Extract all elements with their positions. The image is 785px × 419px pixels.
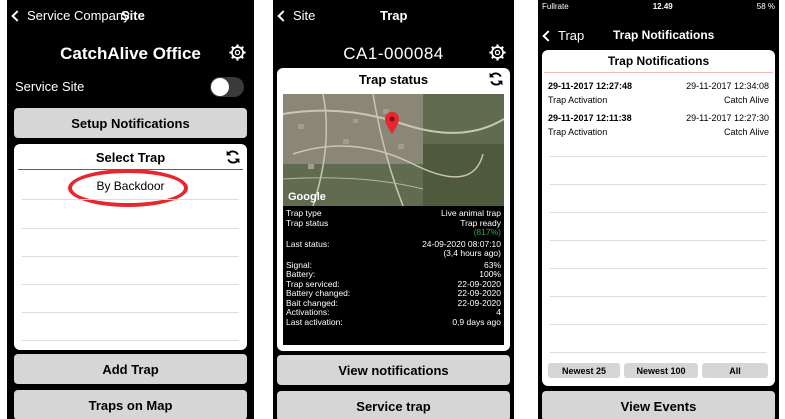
trap-status-card: Trap status Google Trap type Live animal…: [277, 68, 510, 351]
map-image: [283, 94, 504, 206]
info-row: Last activation: 0,9 days ago: [286, 316, 501, 327]
satellite-map[interactable]: Google: [283, 94, 504, 206]
info-row: (3,4 hours ago): [443, 248, 501, 258]
trap-status-title: Trap status: [358, 72, 429, 87]
divider: [550, 184, 767, 185]
divider: [550, 268, 767, 269]
divider: [22, 312, 239, 313]
divider: [22, 284, 239, 285]
ios-status-bar: Fullrate 12.49 58 %: [542, 2, 775, 11]
google-logo: Google: [288, 191, 326, 203]
chevron-left-icon: [11, 9, 23, 22]
header-title: Trap Notifications: [613, 28, 715, 42]
carrier: Fullrate: [542, 2, 569, 11]
divider: [22, 199, 239, 200]
select-trap-card: Select Trap By Backdoor: [14, 144, 247, 350]
gear-icon[interactable]: [229, 44, 246, 61]
add-trap-button[interactable]: Add Trap: [14, 354, 247, 384]
service-site-label: Service Site: [15, 79, 85, 94]
notification-item[interactable]: 29-11-2017 12:11:38 29-11-2017 12:27:30 T…: [542, 111, 775, 139]
back-button[interactable]: Site: [277, 8, 316, 23]
info-row: Trap status Trap ready: [286, 217, 501, 228]
trap-id-title: CA1-000084: [343, 44, 444, 63]
back-label: Site: [293, 8, 316, 23]
title-divider: [544, 72, 773, 73]
select-trap-title: Select Trap: [95, 150, 166, 165]
divider: [550, 296, 767, 297]
header-title: Trap: [380, 8, 408, 23]
divider: [550, 156, 767, 157]
highlight-circle: [68, 169, 188, 207]
view-notifications-button[interactable]: View notifications: [277, 355, 510, 385]
divider: [550, 212, 767, 213]
gear-icon[interactable]: [489, 44, 506, 61]
divider: [22, 228, 239, 229]
battery-level: 58 %: [756, 2, 775, 11]
setup-notifications-button[interactable]: Setup Notifications: [14, 108, 247, 138]
info-row: (817%): [473, 227, 501, 237]
info-row: Signal: 63%: [286, 259, 501, 270]
chevron-left-icon: [277, 9, 289, 22]
refresh-icon[interactable]: [488, 71, 504, 87]
all-button[interactable]: All: [702, 363, 768, 378]
back-label: Service Company: [27, 8, 130, 23]
trap-notifications-screen: Fullrate 12.49 58 % Trap Trap Notificati…: [538, 0, 779, 419]
trap-screen: Site Trap CA1-000084 Trap status Google …: [273, 0, 514, 419]
divider: [550, 324, 767, 325]
divider: [550, 352, 767, 353]
trap-info-panel: Trap type Live animal trap Trap status Tra…: [283, 206, 504, 345]
site-screen: Service Company Site CatchAlive Office S…: [7, 0, 254, 419]
back-button[interactable]: Trap: [542, 28, 585, 43]
divider: [22, 256, 239, 257]
newest-25-button[interactable]: Newest 25: [548, 363, 620, 378]
back-button[interactable]: Service Company: [11, 8, 130, 23]
back-label: Trap: [558, 28, 585, 43]
traps-on-map-button[interactable]: Traps on Map: [14, 390, 247, 419]
page-title: CatchAlive Office: [60, 44, 201, 63]
view-events-button[interactable]: View Events: [542, 391, 775, 419]
service-trap-button[interactable]: Service trap: [277, 391, 510, 419]
service-site-toggle[interactable]: [210, 77, 244, 97]
notifications-card: Trap Notifications 29-11-2017 12:27:48 29…: [542, 50, 775, 386]
notifications-title: Trap Notifications: [607, 54, 710, 68]
divider: [22, 340, 239, 341]
clock: 12.49: [652, 2, 673, 11]
chevron-left-icon: [542, 29, 554, 42]
divider: [550, 240, 767, 241]
map-pin-icon: [385, 112, 399, 134]
refresh-icon[interactable]: [225, 149, 241, 165]
header-title: Site: [121, 8, 145, 23]
newest-100-button[interactable]: Newest 100: [624, 363, 698, 378]
notification-item[interactable]: 29-11-2017 12:27:48 29-11-2017 12:34:08 T…: [542, 79, 775, 107]
